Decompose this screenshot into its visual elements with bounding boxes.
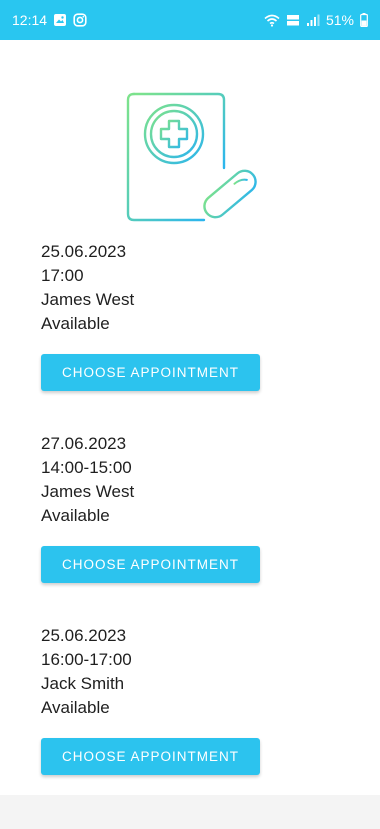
appointment-doctor: Jack Smith [41, 674, 125, 693]
instagram-icon [73, 13, 87, 27]
appointment-doctor: James West [41, 290, 135, 309]
choose-appointment-button[interactable]: CHOOSE APPOINTMENT [41, 354, 260, 391]
appointment-status: Available [41, 506, 110, 525]
battery-icon [360, 13, 368, 27]
status-left: 12:14 [12, 12, 87, 28]
signal-icon [306, 14, 320, 27]
appointment-card: 25.06.2023 16:00-17:00 Jack Smith Availa… [41, 624, 341, 775]
appointment-time: 14:00-15:00 [41, 458, 132, 477]
volte-icon [286, 14, 300, 27]
appointment-card: 27.06.2023 14:00-15:00 James West Availa… [41, 432, 341, 583]
wifi-icon [264, 14, 280, 27]
appointment-time: 16:00-17:00 [41, 650, 132, 669]
choose-appointment-button[interactable]: CHOOSE APPOINTMENT [41, 546, 260, 583]
status-time: 12:14 [12, 12, 48, 28]
status-bar: 12:14 51% [0, 0, 380, 40]
appointment-time: 17:00 [41, 266, 84, 285]
choose-appointment-button[interactable]: CHOOSE APPOINTMENT [41, 738, 260, 775]
medical-prescription-icon [126, 90, 262, 226]
battery-percent: 51% [325, 12, 354, 28]
status-right: 51% [264, 12, 368, 28]
appointment-card: 25.06.2023 17:00 James West Available CH… [41, 240, 341, 391]
appointment-status: Available [41, 698, 110, 717]
navigation-bar [0, 795, 380, 829]
gallery-icon [53, 13, 67, 27]
appointments-screen: 25.06.2023 17:00 James West Available CH… [0, 40, 380, 790]
appointment-date: 27.06.2023 [41, 434, 127, 453]
appointment-date: 25.06.2023 [41, 242, 127, 261]
appointment-status: Available [41, 314, 110, 333]
appointment-date: 25.06.2023 [41, 626, 127, 645]
appointment-doctor: James West [41, 482, 135, 501]
